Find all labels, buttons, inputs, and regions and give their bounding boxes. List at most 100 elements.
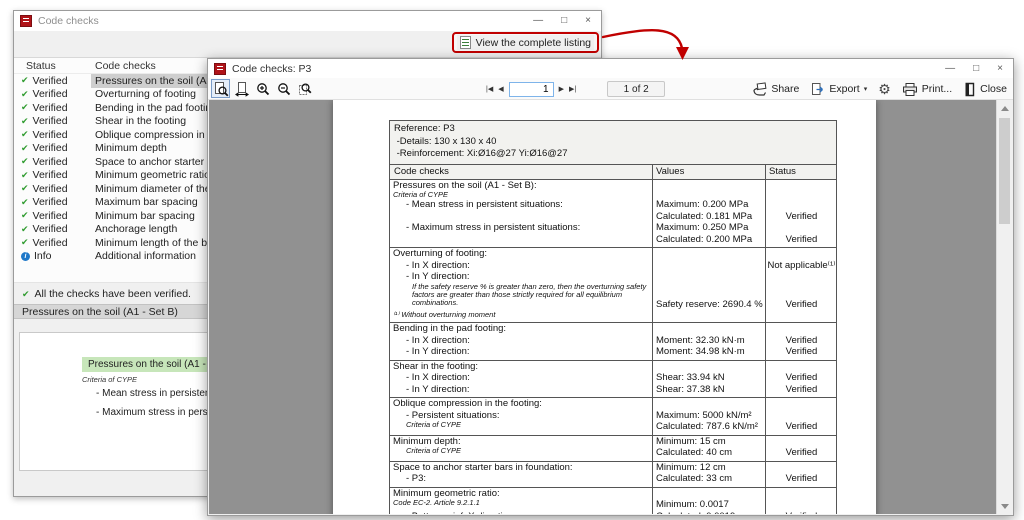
status-cell: Verified: [785, 372, 818, 383]
row-status-label: Verified: [32, 155, 68, 168]
row-status-cell: ✔ Verified: [14, 129, 91, 141]
zoom-in-button[interactable]: [253, 79, 272, 98]
maximize-icon[interactable]: □: [561, 16, 567, 26]
viewer-toolbar: |◀ ◀ ▶ ▶| 1 of 2 Share: [208, 78, 1013, 100]
row-status-label: Verified: [32, 223, 68, 236]
first-page-button[interactable]: |◀: [486, 85, 493, 93]
scroll-down-icon[interactable]: [997, 498, 1012, 514]
row-check-text: Anchorage length: [95, 223, 178, 236]
minimize-icon[interactable]: —: [533, 16, 543, 26]
check-name-cell: [390, 211, 652, 223]
vertical-scrollbar[interactable]: [996, 100, 1012, 514]
row-status-label: Verified: [32, 101, 68, 114]
preview-criteria: Criteria of CYPE: [82, 375, 138, 384]
check-icon: ✔: [21, 223, 29, 234]
check-icon: ✔: [21, 237, 29, 248]
check-name-cell: - Mean stress in persistent situations:: [406, 199, 563, 210]
share-button[interactable]: Share: [752, 81, 799, 97]
row-status-label: Verified: [32, 142, 68, 155]
row-status-cell: ✔ Verified: [14, 237, 91, 249]
zoom-out-button[interactable]: [274, 79, 293, 98]
check-icon: ✔: [21, 115, 29, 126]
zoom-full-page-button[interactable]: [211, 79, 230, 98]
check-name-cell: Oblique compression in the footing:: [393, 398, 542, 409]
settings-button[interactable]: ⚙: [878, 82, 891, 96]
row-status-cell: ✔ Verified: [14, 183, 91, 195]
check-name-cell: ⁽¹⁾ Without overturning moment: [393, 310, 496, 319]
value-cell: [652, 291, 765, 299]
report-reinforcement: -Reinforcement: Xi:Ø16@27 Yi:Ø16@27: [394, 148, 568, 159]
row-status-label: Verified: [32, 236, 68, 249]
listing-icon: [459, 36, 471, 49]
status-cell: Verified: [785, 210, 818, 222]
value-cell: [652, 191, 765, 199]
value-cell: [652, 180, 765, 192]
value-cell: [652, 361, 765, 373]
code-checks-report-table: Reference: P3 -Details: 130 x 130 x 40 -…: [389, 120, 837, 514]
maximize-icon[interactable]: □: [973, 63, 979, 74]
row-check-text: Shear in the footing: [95, 115, 187, 128]
report-column-header: Code checks Values Status: [390, 164, 836, 180]
value-cell: Calculated: 40 cm: [656, 447, 733, 458]
value-cell: Minimum: 0.0017: [656, 499, 729, 510]
close-viewer-button[interactable]: Close: [963, 82, 1007, 97]
status-cell: [765, 291, 838, 299]
page-count-label: 1 of 2: [607, 81, 666, 97]
value-cell: [652, 283, 765, 291]
col-status: Status: [769, 165, 796, 177]
value-cell: Calculated: 787.6 kN/m²: [656, 421, 758, 432]
scrollbar-thumb[interactable]: [999, 118, 1010, 224]
value-cell: Calculated: 0.0019: [652, 511, 765, 515]
check-name-cell: Code EC-2. Article 9.2.1.1: [393, 498, 480, 507]
report-details: -Details: 130 x 130 x 40: [394, 135, 497, 147]
next-page-button[interactable]: ▶: [559, 85, 564, 93]
app-listing-icon: [20, 15, 32, 27]
row-status-label: Verified: [32, 169, 68, 182]
row-status-label: Verified: [32, 182, 68, 195]
close-icon[interactable]: ×: [585, 16, 591, 26]
zoom-in-icon: [256, 82, 269, 95]
status-cell: [765, 436, 838, 448]
zoom-region-button[interactable]: [295, 79, 314, 98]
export-button[interactable]: Export ▾: [810, 82, 867, 97]
row-status-cell: ✔ Verified: [14, 142, 91, 154]
minimize-icon[interactable]: —: [945, 63, 955, 74]
status-cell: Verified: [785, 383, 818, 395]
value-cell: Minimum: 15 cm: [656, 435, 726, 447]
fit-width-button[interactable]: [232, 79, 251, 98]
col-values: Values: [656, 165, 685, 177]
status-cell: [765, 499, 838, 511]
close-label: Close: [980, 83, 1007, 95]
status-cell: [765, 398, 838, 410]
print-button[interactable]: Print...: [902, 82, 952, 97]
scroll-up-icon[interactable]: [997, 100, 1012, 116]
annotation-highlight-box: View the complete listing: [451, 32, 599, 53]
last-page-button[interactable]: ▶|: [569, 85, 576, 93]
code-checks-p3-window: Code checks: P3 — □ × |◀ ◀ 1 ▶ ▶| 1 of 2…: [207, 58, 1014, 516]
check-name-cell: - In X direction:: [406, 372, 470, 383]
value-cell: Maximum: 0.250 MPa: [656, 222, 749, 233]
report-header-block: Reference: P3 -Details: 130 x 130 x 40 -…: [390, 121, 836, 165]
check-icon: ✔: [21, 88, 29, 99]
share-hand-icon: [753, 81, 767, 96]
zoom-region-icon: [298, 82, 311, 95]
screen: Code checks — □ × View the complete list…: [0, 0, 1024, 520]
previous-page-button[interactable]: ◀: [498, 85, 503, 93]
page-number-input[interactable]: [508, 81, 554, 97]
code-check-section: Minimum geometric ratio: Code EC-2. Artic…: [390, 487, 838, 515]
check-icon: ✔: [21, 210, 29, 221]
row-status-cell: ✔ Verified: [14, 88, 91, 100]
view-complete-listing-button[interactable]: View the complete listing: [456, 35, 594, 50]
report-body: Pressures on the soil (A1 - Set B): Crite…: [390, 179, 838, 515]
check-name-cell: - In Y direction:: [406, 271, 470, 282]
row-status-cell: ✔ Verified: [14, 169, 91, 181]
row-status-label: Info: [34, 250, 52, 263]
status-cell: Verified: [765, 511, 838, 515]
info-icon: i: [21, 251, 30, 261]
status-cell: [765, 488, 838, 500]
row-check-text: Bending in the pad footing: [95, 101, 218, 114]
check-name-cell: - In Y direction:: [406, 383, 470, 395]
close-icon[interactable]: ×: [997, 63, 1003, 74]
row-status-label: Verified: [32, 115, 68, 128]
row-check-text: Minimum depth: [95, 142, 167, 155]
